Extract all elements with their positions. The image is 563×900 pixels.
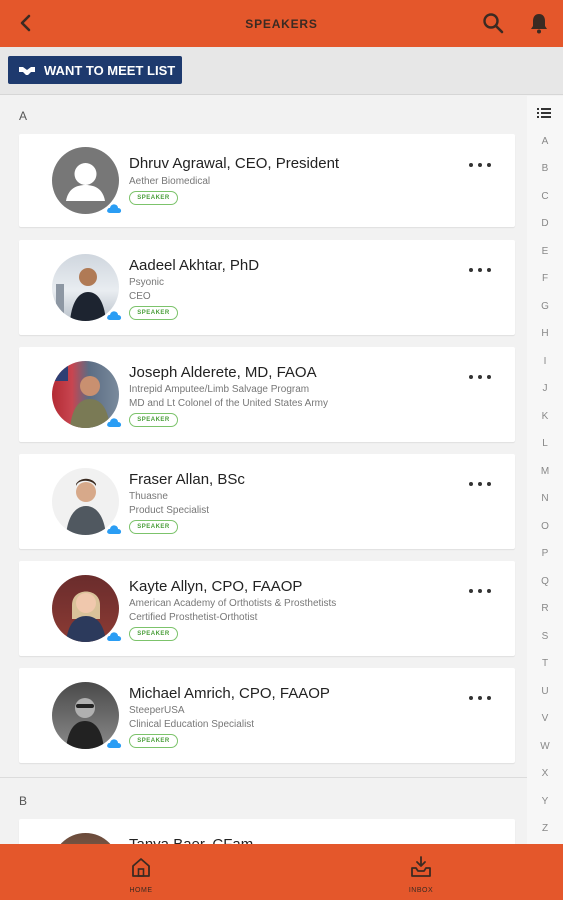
index-letter-c[interactable]: C xyxy=(527,191,563,202)
index-letter-i[interactable]: I xyxy=(527,356,563,367)
nav-inbox[interactable]: INBOX xyxy=(391,850,451,896)
bell-icon[interactable] xyxy=(527,11,551,35)
index-letter-x[interactable]: X xyxy=(527,768,563,779)
top-app-bar: SPEAKERS xyxy=(0,0,563,47)
speaker-card[interactable]: Kayte Allyn, CPO, FAAOP American Academy… xyxy=(19,561,515,656)
nav-home[interactable]: HOME xyxy=(111,850,171,896)
index-letter-r[interactable]: R xyxy=(527,603,563,614)
speaker-card[interactable]: Tanya Baer, CFam xyxy=(19,819,515,844)
index-letter-a[interactable]: A xyxy=(527,136,563,147)
speaker-name: Dhruv Agrawal, CEO, President xyxy=(129,155,340,172)
index-letter-n[interactable]: N xyxy=(527,493,563,504)
index-letter-w[interactable]: W xyxy=(527,741,563,752)
section-header-a: A xyxy=(19,109,28,123)
speaker-organization: American Academy of Orthotists & Prosthe… xyxy=(129,598,337,609)
cloud-icon xyxy=(106,415,122,427)
more-options-icon[interactable] xyxy=(469,693,491,703)
index-letter-q[interactable]: Q xyxy=(527,576,563,587)
cloud-icon xyxy=(106,201,122,213)
speaker-organization: Intrepid Amputee/Limb Salvage Program xyxy=(129,384,310,395)
speaker-card[interactable]: Aadeel Akhtar, PhD Psyonic CEO SPEAKER xyxy=(19,240,515,335)
speaker-organization: Psyonic xyxy=(129,277,165,288)
speaker-badge: SPEAKER xyxy=(129,191,178,205)
speaker-organization: Thuasne xyxy=(129,491,168,502)
nav-home-label: HOME xyxy=(129,887,153,894)
section-divider xyxy=(0,777,527,778)
speaker-card[interactable]: Fraser Allan, BSc Thuasne Product Specia… xyxy=(19,454,515,549)
bottom-navigation: HOME INBOX xyxy=(0,844,563,900)
speaker-badge: SPEAKER xyxy=(129,627,178,641)
speaker-title: Certified Prosthetist-Orthotist xyxy=(129,612,258,623)
inbox-icon xyxy=(411,856,431,877)
avatar xyxy=(52,833,119,844)
speaker-list[interactable]: A Dhruv Agrawal, CEO, President Aether B… xyxy=(0,96,527,844)
speaker-name: Tanya Baer, CFam xyxy=(129,836,253,844)
cloud-icon xyxy=(106,629,122,641)
speaker-title: CEO xyxy=(129,291,151,302)
more-options-icon[interactable] xyxy=(469,160,491,170)
index-letter-k[interactable]: K xyxy=(527,411,563,422)
speaker-badge: SPEAKER xyxy=(129,520,178,534)
more-options-icon[interactable] xyxy=(469,265,491,275)
more-options-icon[interactable] xyxy=(469,372,491,382)
want-to-meet-list-label: WANT TO MEET LIST xyxy=(44,62,176,78)
speaker-name: Fraser Allan, BSc xyxy=(129,471,245,488)
more-options-icon[interactable] xyxy=(469,479,491,489)
want-to-meet-list-button[interactable]: WANT TO MEET LIST xyxy=(8,56,182,84)
index-letter-y[interactable]: Y xyxy=(527,796,563,807)
home-icon xyxy=(132,858,150,877)
section-header-b: B xyxy=(19,794,28,808)
alphabet-index: A B C D E F G H I J K L M N O P Q R S T … xyxy=(527,96,563,844)
index-letter-o[interactable]: O xyxy=(527,521,563,532)
speaker-title: Product Specialist xyxy=(129,505,210,516)
index-letter-h[interactable]: H xyxy=(527,328,563,339)
speaker-name: Kayte Allyn, CPO, FAAOP xyxy=(129,578,303,595)
cloud-icon xyxy=(106,522,122,534)
index-letter-f[interactable]: F xyxy=(527,273,563,284)
speaker-title: MD and Lt Colonel of the United States A… xyxy=(129,398,328,409)
index-letter-m[interactable]: M xyxy=(527,466,563,477)
index-letter-u[interactable]: U xyxy=(527,686,563,697)
index-letter-b[interactable]: B xyxy=(527,163,563,174)
nav-inbox-label: INBOX xyxy=(408,887,434,894)
index-letter-v[interactable]: V xyxy=(527,713,563,724)
list-view-icon[interactable] xyxy=(537,105,551,118)
index-letter-l[interactable]: L xyxy=(527,438,563,449)
speaker-name: Joseph Alderete, MD, FAOA xyxy=(129,364,317,381)
speaker-title: Clinical Education Specialist xyxy=(129,719,255,730)
speaker-name: Aadeel Akhtar, PhD xyxy=(129,257,260,274)
speaker-badge: SPEAKER xyxy=(129,413,178,427)
index-letter-t[interactable]: T xyxy=(527,658,563,669)
speaker-badge: SPEAKER xyxy=(129,734,178,748)
speaker-card[interactable]: Dhruv Agrawal, CEO, President Aether Bio… xyxy=(19,134,515,227)
more-options-icon[interactable] xyxy=(469,586,491,596)
index-letter-p[interactable]: P xyxy=(527,548,563,559)
index-letter-g[interactable]: G xyxy=(527,301,563,312)
handshake-icon xyxy=(19,67,35,75)
speaker-badge: SPEAKER xyxy=(129,306,178,320)
speaker-organization: Aether Biomedical xyxy=(129,176,211,187)
index-letter-j[interactable]: J xyxy=(527,383,563,394)
index-letter-z[interactable]: Z xyxy=(527,823,563,834)
index-letter-s[interactable]: S xyxy=(527,631,563,642)
speaker-card[interactable]: Joseph Alderete, MD, FAOA Intrepid Amput… xyxy=(19,347,515,442)
speaker-card[interactable]: Michael Amrich, CPO, FAAOP SteeperUSA Cl… xyxy=(19,668,515,763)
cloud-icon xyxy=(106,736,122,748)
index-letter-e[interactable]: E xyxy=(527,246,563,257)
search-icon[interactable] xyxy=(481,11,505,35)
cloud-icon xyxy=(106,308,122,320)
index-letter-d[interactable]: D xyxy=(527,218,563,229)
speaker-name: Michael Amrich, CPO, FAAOP xyxy=(129,685,330,702)
speaker-organization: SteeperUSA xyxy=(129,705,185,716)
toolbar: WANT TO MEET LIST xyxy=(0,47,563,95)
page-title: SPEAKERS xyxy=(245,17,318,31)
